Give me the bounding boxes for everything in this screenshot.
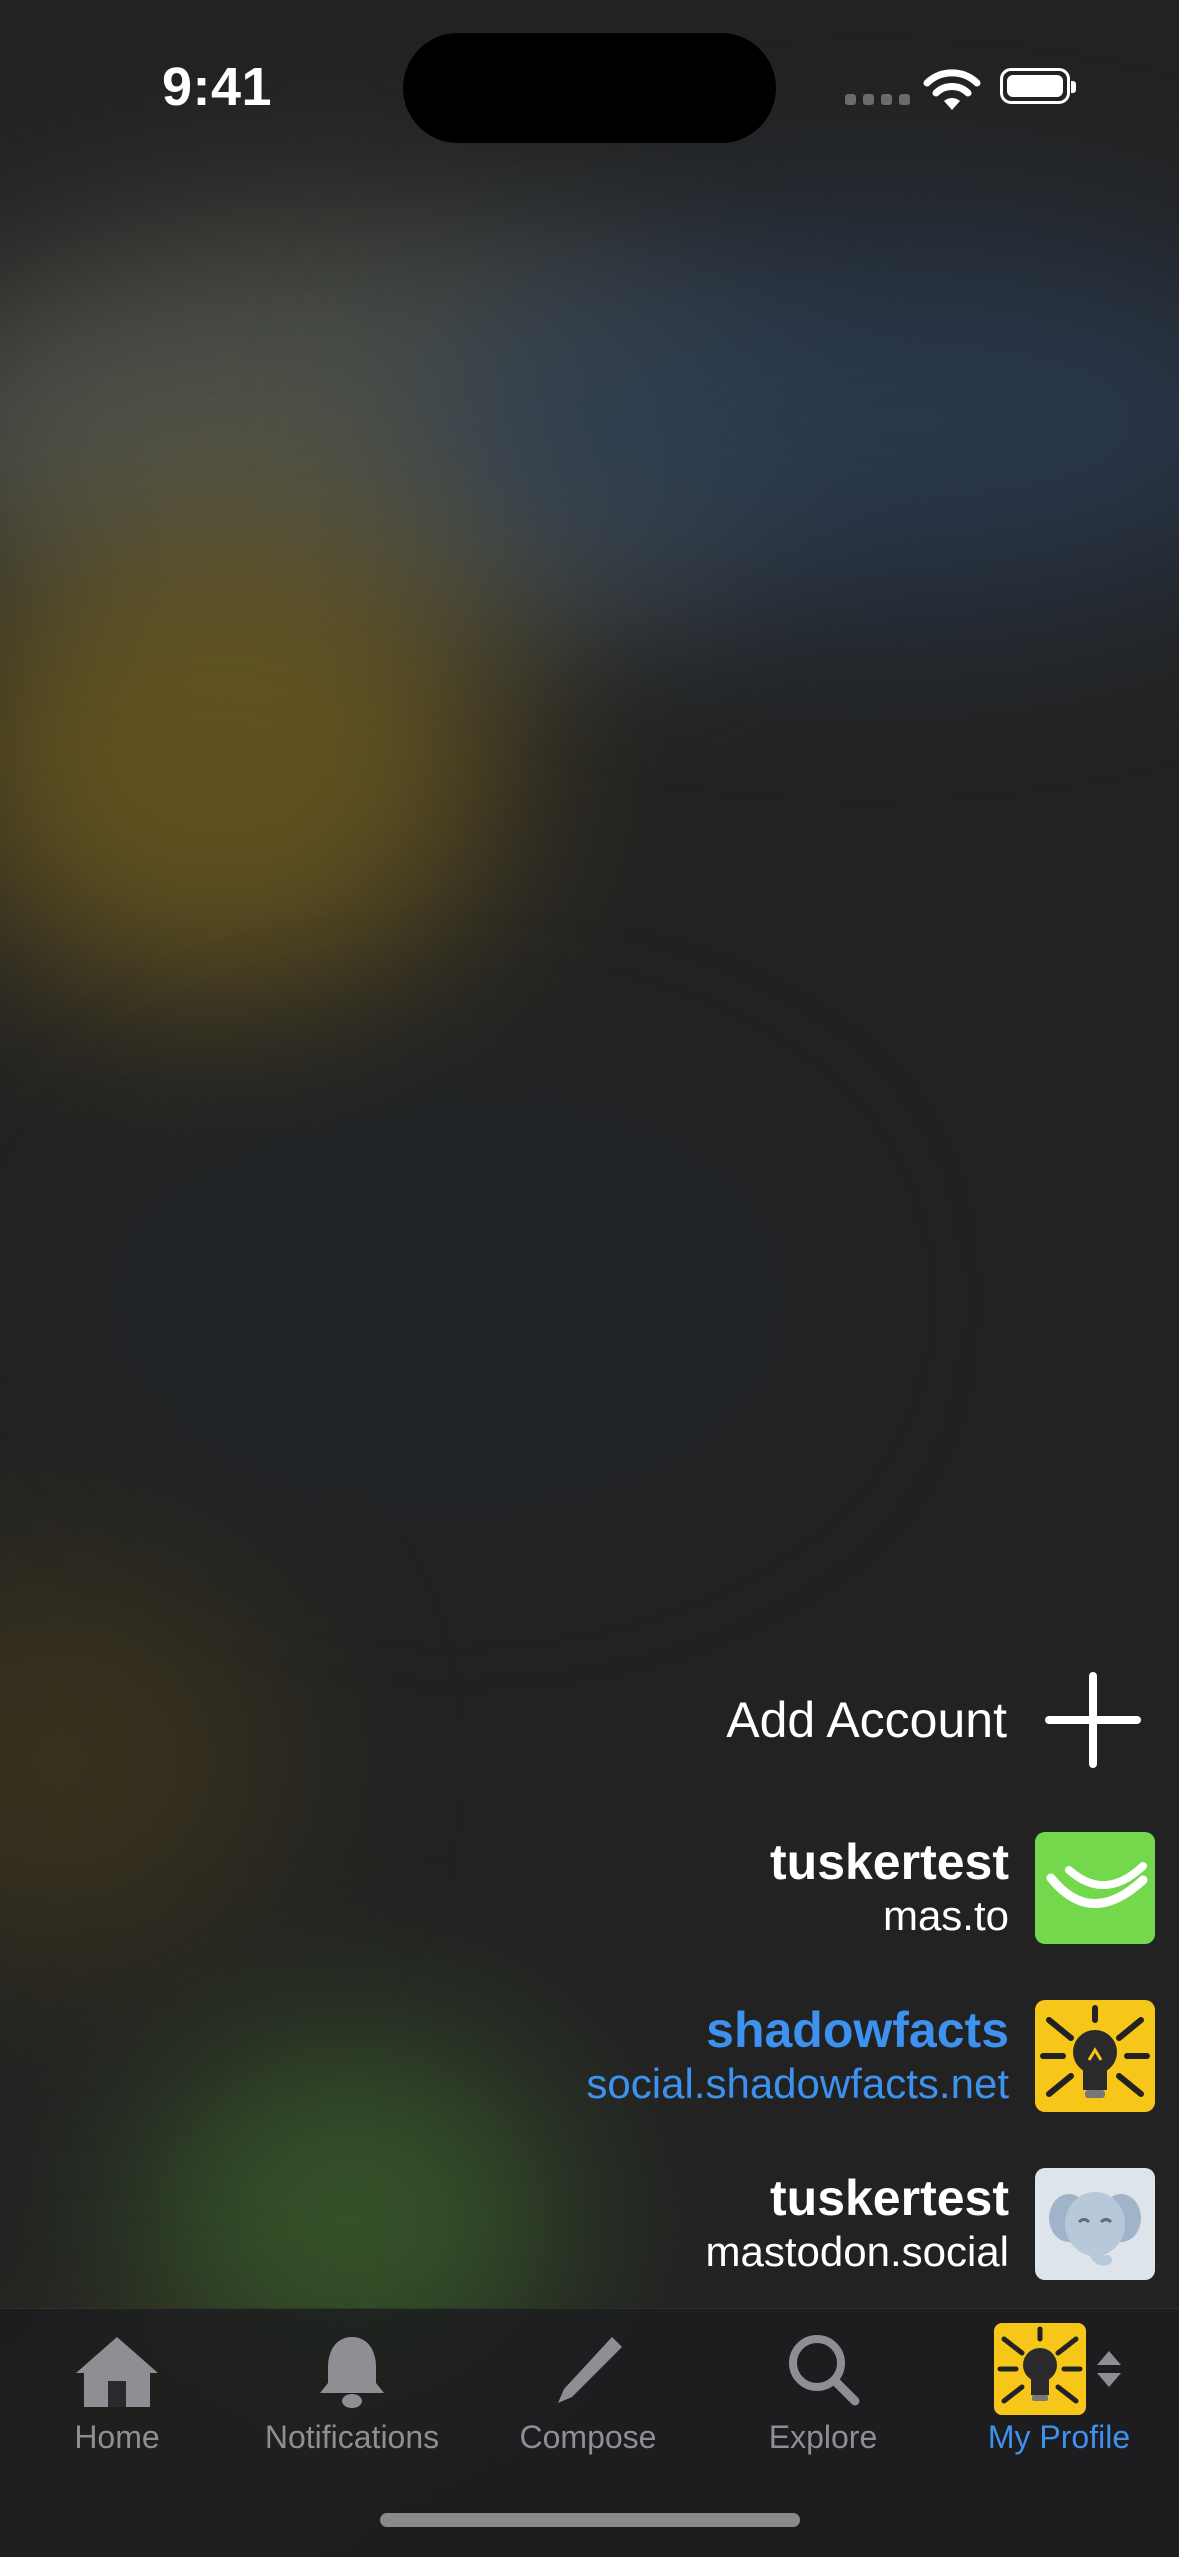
account-username: tuskertest [770,2170,1009,2226]
tab-home-label: Home [74,2419,160,2455]
battery-icon [1000,68,1076,104]
house-icon [76,2337,158,2407]
account-instance: mas.to [882,1892,1009,1939]
switch-chevron-icon [1097,2351,1121,2387]
add-account-button[interactable]: Add Account [726,1660,1155,1780]
plus-icon [1045,1672,1141,1768]
home-indicator [380,2513,800,2527]
account-row-tuskertest-mastodon[interactable]: tuskertest mastodon.social [705,2164,1155,2284]
tab-my-profile-label: My Profile [987,2419,1131,2455]
dynamic-island [403,33,776,143]
tab-notifications-label: Notifications [264,2419,440,2455]
wifi-icon [923,69,981,110]
profile-avatar-icon [994,2323,1124,2415]
mas-to-avatar [1035,1832,1155,1944]
magnifier-icon [789,2335,860,2406]
account-row-tuskertest-mas[interactable]: tuskertest mas.to [770,1828,1155,1948]
add-account-label: Add Account [726,1692,1007,1748]
elephant-avatar [1035,2168,1155,2280]
tab-compose-label: Compose [519,2419,657,2455]
tab-explore-label: Explore [768,2419,878,2455]
account-instance: mastodon.social [705,2228,1010,2275]
bell-icon [320,2337,384,2408]
pencil-icon [558,2337,622,2403]
account-username: tuskertest [770,1834,1009,1890]
cellular-signal-icon [845,94,910,105]
account-instance: social.shadowfacts.net [586,2060,1009,2107]
account-username: shadowfacts [706,2002,1009,2058]
account-row-shadowfacts[interactable]: shadowfacts social.shadowfacts.net [586,1996,1155,2116]
lightbulb-avatar [1035,2000,1155,2112]
status-time: 9:41 [162,57,273,117]
